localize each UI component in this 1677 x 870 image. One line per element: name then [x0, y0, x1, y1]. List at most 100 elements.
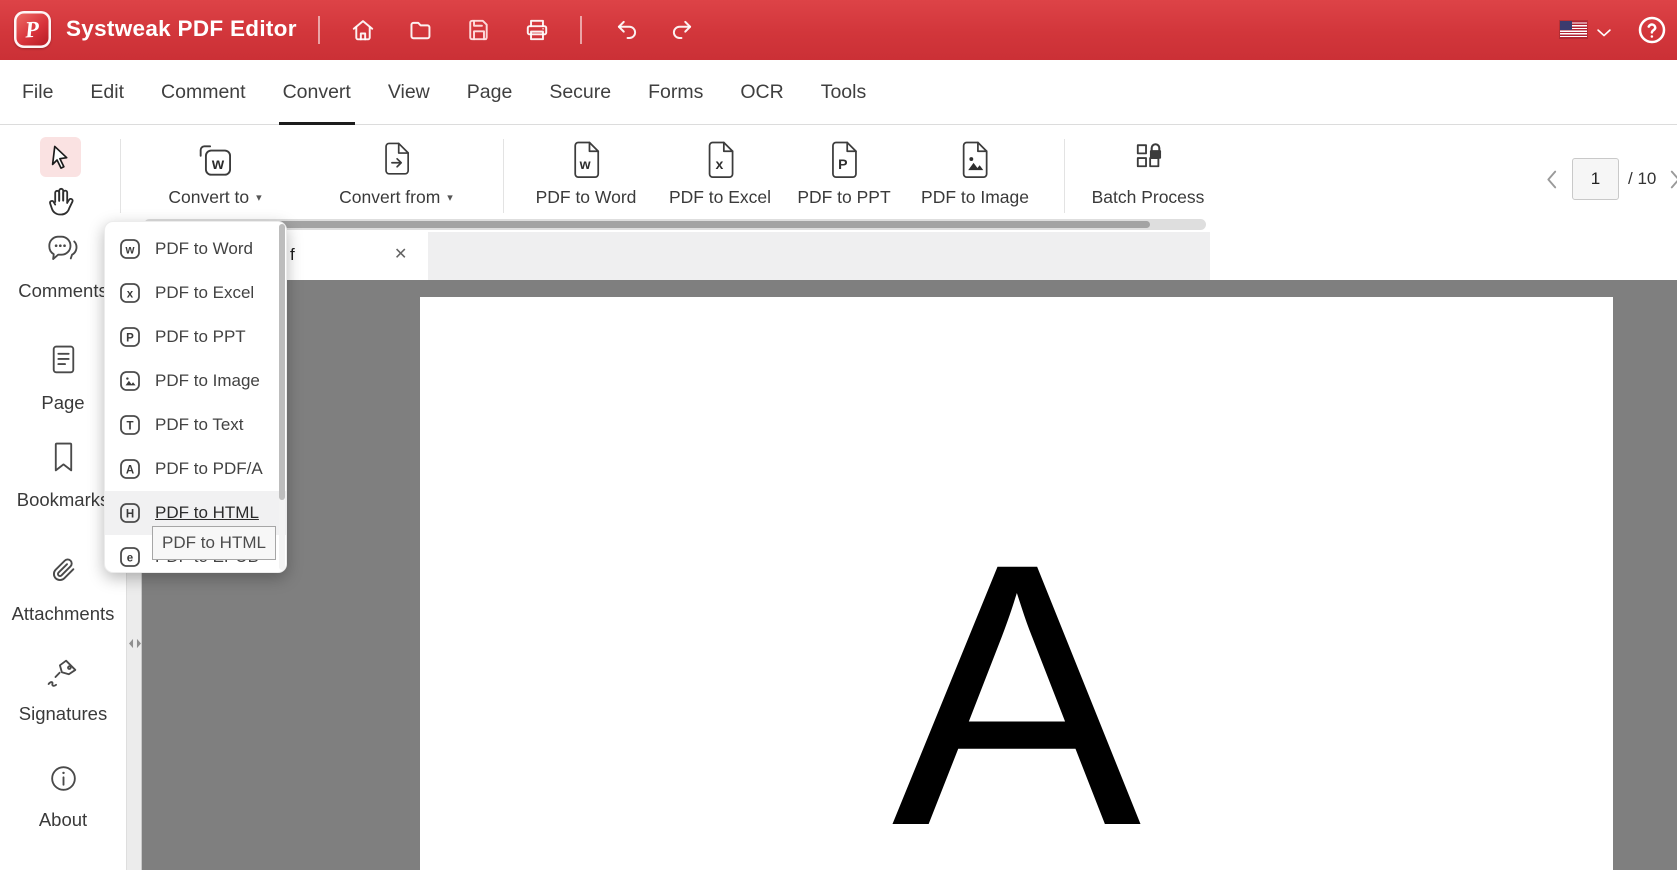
bookmarks-icon — [48, 440, 79, 480]
open-folder-button[interactable] — [407, 16, 435, 44]
toolbar-button-label: PDF to PPT — [797, 187, 891, 207]
convert-from-label: Convert from — [339, 187, 441, 207]
dropdown-item-pdf-to-image[interactable]: PDF to Image — [105, 359, 286, 403]
dropdown-item-pdf-to-excel[interactable]: x PDF to Excel — [105, 271, 286, 315]
dropdown-item-label: PDF to Text — [155, 415, 244, 434]
toolbar-scrollbar-track — [144, 219, 1206, 230]
caret-down-icon: ▾ — [447, 192, 453, 204]
dropdown-item-label: PDF to PDF/A — [155, 459, 263, 478]
svg-text:x: x — [715, 156, 723, 172]
attachments-icon — [45, 553, 81, 594]
toolbar-button-pdf-to-ppt[interactable]: P PDF to PPT — [797, 140, 891, 208]
svg-text:w: w — [125, 245, 135, 257]
convert-to-dropdown-button[interactable]: w Convert to ▾ — [168, 140, 262, 208]
sidebar-item-label: About — [38, 809, 88, 830]
toolbar-button-label: PDF to Word — [535, 187, 637, 207]
about-icon — [47, 762, 80, 800]
menu-item-page[interactable]: Page — [467, 60, 513, 124]
menu-item-forms[interactable]: Forms — [648, 60, 703, 124]
help-button[interactable] — [1637, 15, 1667, 45]
pdf-to-excel-icon: x — [704, 140, 737, 180]
dropdown-item-pdf-to-text[interactable]: T PDF to Text — [105, 403, 286, 447]
toolbar-button-pdf-to-image[interactable]: PDF to Image — [921, 140, 1029, 208]
next-page-button[interactable] — [1670, 170, 1677, 194]
menu-item-file[interactable]: File — [22, 60, 53, 124]
dropdown-item-label: PDF to Excel — [155, 283, 255, 302]
sidebar-item-label: Signatures — [18, 703, 108, 724]
splitter-handle-icon[interactable] — [127, 636, 143, 652]
toolbar: w Convert to ▾ Convert from ▾ w PDF to Word… — [0, 126, 1677, 232]
dropdown-item-label: PDF to Word — [155, 239, 253, 258]
document-tab-label: f — [290, 245, 295, 264]
pdf-page: A — [420, 297, 1613, 870]
sidebar-item-label: Comments — [18, 280, 108, 301]
convert-to-dropdown-menu: w PDF to Word x PDF to Excel P PDF to PPT PDF … — [104, 221, 287, 573]
svg-text:e: e — [127, 553, 133, 565]
pdf-to-image-icon — [118, 369, 142, 393]
redo-button[interactable] — [668, 16, 696, 44]
pdf-to-ppt-icon: P — [827, 140, 860, 180]
menu-item-edit[interactable]: Edit — [90, 60, 124, 124]
menu-item-secure[interactable]: Secure — [549, 60, 611, 124]
app-window: P Systweak PDF Editor File Edit Comment … — [0, 0, 1677, 870]
flag-canton — [1560, 21, 1572, 30]
undo-button[interactable] — [613, 16, 641, 44]
pdf-to-pdf-a-icon: A — [118, 457, 142, 481]
hand-tool-button[interactable] — [45, 186, 75, 222]
batch-process-button[interactable]: Batch Process — [1092, 140, 1204, 208]
toolbar-scrollbar-thumb[interactable] — [150, 221, 1150, 228]
page-icon — [47, 343, 80, 383]
help-icon — [1638, 16, 1666, 44]
toolbar-button-label: PDF to Excel — [668, 187, 772, 207]
language-selector[interactable] — [1596, 25, 1612, 43]
dropdown-item-label: PDF to PPT — [155, 327, 246, 346]
menu-item-ocr[interactable]: OCR — [740, 60, 783, 124]
toolbar-divider — [120, 139, 121, 213]
save-icon — [469, 19, 488, 41]
home-button[interactable] — [349, 16, 377, 44]
convert-from-dropdown-button[interactable]: Convert from ▾ — [339, 140, 453, 208]
menu-item-view[interactable]: View — [388, 60, 430, 124]
current-page-value: 1 — [1590, 169, 1601, 188]
svg-text:w: w — [579, 156, 591, 172]
tabbar: f ✕ — [142, 232, 1210, 280]
toolbar-button-label: PDF to Image — [921, 187, 1029, 207]
toolbar-button-pdf-to-excel[interactable]: x PDF to Excel — [669, 140, 771, 208]
page-content-letter: A — [891, 486, 1142, 870]
menu-item-tools[interactable]: Tools — [821, 60, 867, 124]
dropdown-item-pdf-to-ppt[interactable]: P PDF to PPT — [105, 315, 286, 359]
sidebar-item-signatures[interactable]: Signatures — [0, 656, 126, 725]
pdf-to-epub-icon: e — [118, 545, 142, 569]
toolbar-divider — [503, 139, 504, 213]
svg-text:A: A — [126, 465, 134, 477]
menubar: File Edit Comment Convert View Page Secure Form… — [0, 60, 1677, 125]
language-flag-us[interactable] — [1560, 21, 1587, 38]
sidebar-item-label: Bookmarks — [16, 489, 110, 510]
close-tab-icon[interactable]: ✕ — [394, 244, 407, 264]
dropdown-item-label: PDF to Image — [155, 371, 260, 390]
titlebar-divider — [318, 16, 320, 44]
batch-process-icon — [1130, 140, 1165, 180]
titlebar-divider — [580, 16, 582, 44]
dropdown-item-pdf-to-pdf-a[interactable]: A PDF to PDF/A — [105, 447, 286, 491]
previous-page-button[interactable] — [1546, 170, 1557, 194]
convert-to-icon: w — [194, 140, 236, 180]
svg-text:P: P — [838, 156, 847, 172]
dropdown-scrollbar-thumb[interactable] — [279, 224, 285, 500]
menu-item-convert[interactable]: Convert — [278, 60, 356, 125]
toolbar-button-pdf-to-word[interactable]: w PDF to Word — [535, 140, 637, 208]
pdf-to-excel-icon: x — [118, 281, 142, 305]
print-icon — [526, 19, 548, 41]
chevron-right-icon — [1670, 170, 1677, 189]
convert-from-icon — [379, 140, 413, 180]
print-button[interactable] — [523, 16, 551, 44]
sidebar-item-about[interactable]: About — [0, 762, 126, 831]
menu-item-comment[interactable]: Comment — [161, 60, 246, 124]
sidebar-item-label: Page — [41, 392, 85, 413]
pdf-to-image-icon — [959, 140, 992, 180]
dropdown-item-pdf-to-word[interactable]: w PDF to Word — [105, 227, 286, 271]
current-page-input[interactable]: 1 — [1572, 158, 1619, 200]
select-tool-button[interactable] — [40, 137, 81, 177]
save-button[interactable] — [465, 16, 493, 44]
document-area: A — [142, 280, 1677, 870]
